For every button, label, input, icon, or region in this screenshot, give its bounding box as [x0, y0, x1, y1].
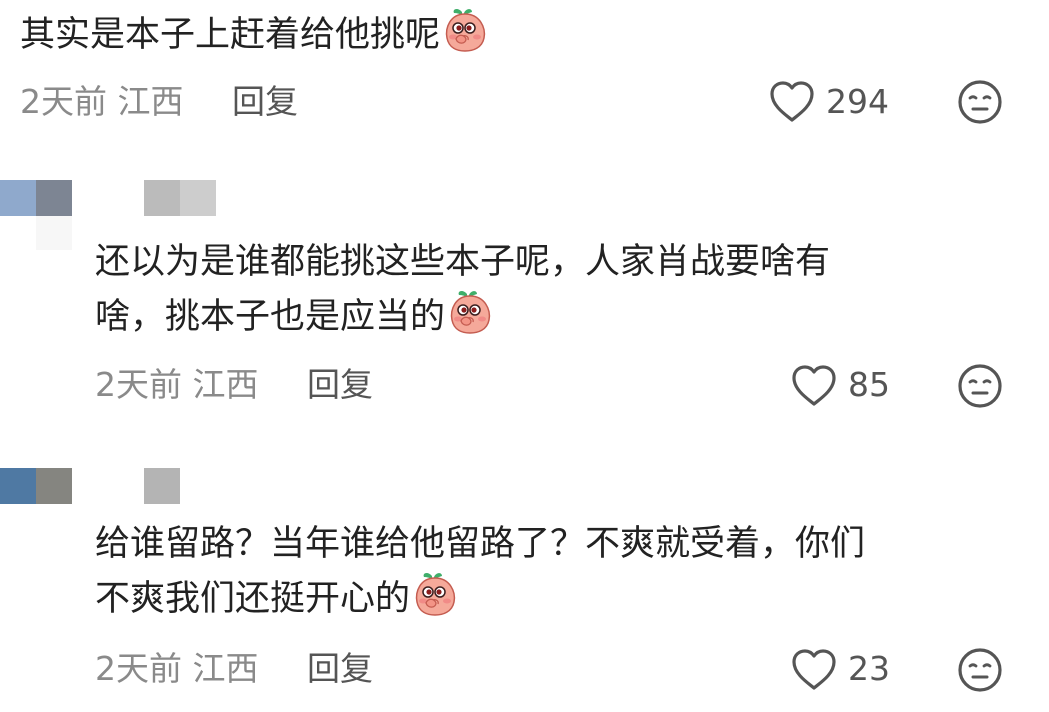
reply-button[interactable]: 回复 — [307, 365, 373, 405]
avatar[interactable] — [0, 468, 72, 504]
username[interactable] — [144, 468, 180, 504]
comment-location: 江西 — [117, 82, 184, 121]
peach-cover-mouth-emoji-icon — [442, 6, 488, 52]
comment-text: 其实是本子上赶着给他挑呢 — [20, 6, 488, 61]
comment-text: 还以为是谁都能挑这些本子呢，人家肖战要啥有 啥，挑本子也是应当的 — [95, 236, 830, 343]
reply-button[interactable]: 回复 — [232, 82, 298, 122]
comment-location: 江西 — [192, 649, 259, 688]
heart-outline-icon[interactable] — [790, 364, 838, 408]
neutral-face-icon[interactable] — [956, 362, 1004, 410]
comment-time: 2天前 — [20, 82, 107, 121]
comment-meta: 2天前 江西 — [95, 365, 259, 405]
neutral-face-icon[interactable] — [956, 646, 1004, 694]
comment-line: 不爽我们还挺开心的 — [95, 579, 411, 619]
peach-cover-mouth-emoji-icon — [412, 570, 458, 616]
comment-time: 2天前 — [95, 365, 182, 404]
like-count: 23 — [848, 649, 890, 688]
peach-cover-mouth-emoji-icon — [447, 288, 493, 334]
heart-outline-icon[interactable] — [768, 80, 816, 124]
comment-meta: 2天前 江西 — [95, 649, 259, 689]
like-count: 294 — [826, 82, 889, 121]
heart-outline-icon[interactable] — [790, 648, 838, 692]
comment-line: 给谁留路？当年谁给他留路了？不爽就受着，你们 — [95, 524, 866, 564]
reply-button[interactable]: 回复 — [307, 649, 373, 689]
comment-line: 还以为是谁都能挑这些本子呢，人家肖战要啥有 — [95, 242, 831, 282]
comment-time: 2天前 — [95, 649, 182, 688]
like-count: 85 — [848, 365, 890, 404]
comment-line: 其实是本子上赶着给他挑呢 — [20, 15, 441, 55]
comment-location: 江西 — [192, 365, 259, 404]
comment-meta: 2天前 江西 — [20, 82, 184, 122]
username[interactable] — [144, 180, 216, 216]
avatar[interactable] — [0, 180, 72, 250]
comment-text: 给谁留路？当年谁给他留路了？不爽就受着，你们 不爽我们还挺开心的 — [95, 518, 865, 625]
neutral-face-icon[interactable] — [956, 78, 1004, 126]
comment-line: 啥，挑本子也是应当的 — [95, 297, 446, 337]
